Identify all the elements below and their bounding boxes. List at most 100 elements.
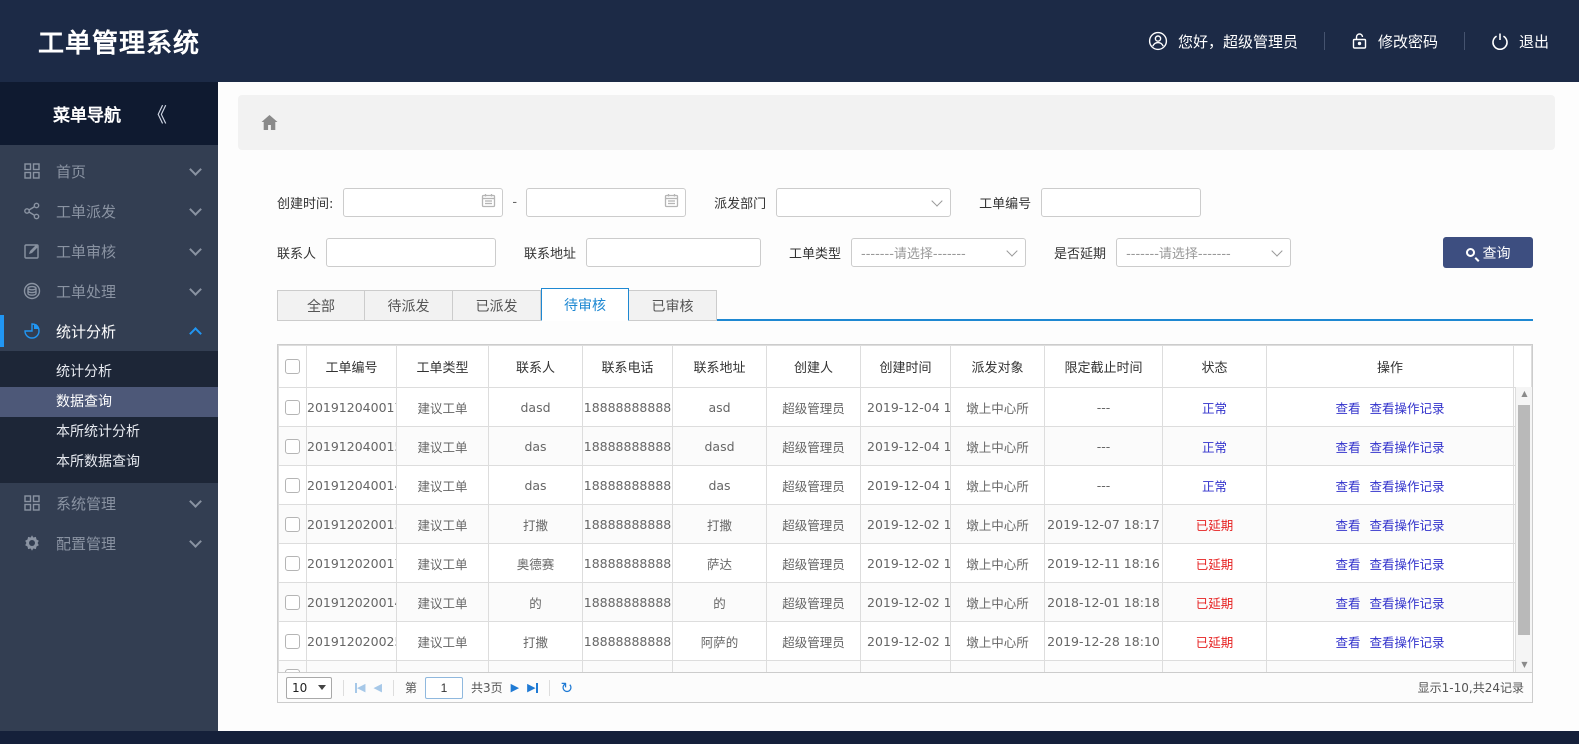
cell-address: asd	[672, 387, 767, 427]
filter-form: 创建时间: - 派发部门 工单编号 联系人 联系地址 工单类型 -------请…	[277, 188, 1533, 268]
page-size-select[interactable]: 10	[286, 676, 332, 699]
cell-creator: 超级管理员	[766, 621, 861, 661]
sidebar-subitem-统计分析[interactable]: 统计分析	[0, 357, 218, 387]
row-checkbox[interactable]	[285, 478, 300, 493]
scrollbar-thumb[interactable]	[1518, 405, 1530, 635]
search-button[interactable]: 查询	[1443, 237, 1533, 268]
select-all-checkbox[interactable]	[285, 359, 300, 374]
sidebar-item-首页[interactable]: 首页	[0, 151, 218, 191]
last-page-button[interactable]: ▶	[527, 681, 538, 694]
row-checkbox[interactable]	[285, 669, 300, 672]
cell-deadline: 2018-12-01 18:18	[1044, 582, 1163, 622]
scroll-down-icon[interactable]: ▼	[1516, 658, 1532, 672]
row-checkbox[interactable]	[285, 517, 300, 532]
cell-creator: 超级管理员	[766, 504, 861, 544]
edit-icon	[22, 242, 42, 260]
cell-address: das	[672, 465, 767, 505]
cell-phone: 18888888888	[582, 426, 673, 466]
calendar-icon[interactable]	[664, 193, 679, 212]
cell-created: 2019-12-02 17	[860, 621, 951, 661]
view-log-link[interactable]: 查看操作记录	[1370, 479, 1445, 494]
address-label: 联系地址	[524, 247, 577, 262]
row-checkbox[interactable]	[285, 556, 300, 571]
cell-actions: 查看 查看操作记录	[1266, 465, 1514, 505]
dispatch-dept-select[interactable]	[776, 188, 952, 217]
tab-已审核[interactable]: 已审核	[629, 290, 717, 321]
view-log-link[interactable]: 查看操作记录	[1370, 635, 1445, 650]
sidebar-subitem-本所数据查询[interactable]: 本所数据查询	[0, 447, 218, 477]
cell-contact: 打撒	[488, 504, 583, 544]
user-greeting[interactable]: 您好，超级管理员	[1148, 31, 1298, 52]
address-input[interactable]	[586, 238, 762, 267]
change-password-button[interactable]: 修改密码	[1351, 31, 1438, 52]
sidebar-item-配置管理[interactable]: 配置管理	[0, 523, 218, 563]
row-checkbox[interactable]	[285, 595, 300, 610]
view-log-link[interactable]: 查看操作记录	[1370, 557, 1445, 572]
status-badge: 已延期	[1195, 556, 1234, 572]
order-type-select[interactable]: -------请选择-------	[851, 238, 1027, 267]
table-body: 201912040017C建议工单dasd18888888888asd超级管理员…	[278, 387, 1532, 672]
tab-全部[interactable]: 全部	[277, 290, 365, 321]
cell-deadline: 2019-12-07 18:17	[1044, 504, 1163, 544]
delay-select[interactable]: -------请选择-------	[1116, 238, 1292, 267]
view-log-link[interactable]: 查看操作记录	[1370, 518, 1445, 533]
scroll-up-icon[interactable]: ▲	[1516, 387, 1532, 401]
search-icon	[1465, 248, 1475, 257]
create-time-start-input[interactable]	[343, 188, 504, 217]
contact-input[interactable]	[326, 238, 497, 267]
order-no-input[interactable]	[1041, 188, 1202, 217]
sidebar-item-工单处理[interactable]: 工单处理	[0, 271, 218, 311]
collapse-sidebar-icon[interactable]: 《	[147, 99, 167, 128]
view-log-link[interactable]: 查看操作记录	[1370, 401, 1445, 416]
table-scrollbar[interactable]: ▲ ▼	[1515, 387, 1532, 672]
view-link[interactable]: 查看	[1335, 557, 1360, 572]
cell-address: dasd	[672, 426, 767, 466]
logout-button[interactable]: 退出	[1491, 31, 1549, 52]
table-row: 201912020014C建议工单的18888888888的超级管理员2019-…	[278, 582, 1532, 622]
sidebar-subitem-本所统计分析[interactable]: 本所统计分析	[0, 417, 218, 447]
tab-待审核[interactable]: 待审核	[541, 288, 629, 321]
sidebar-item-工单派发[interactable]: 工单派发	[0, 191, 218, 231]
view-link[interactable]: 查看	[1335, 401, 1360, 416]
view-link[interactable]: 查看	[1335, 440, 1360, 455]
view-link[interactable]: 查看	[1335, 479, 1360, 494]
view-link[interactable]: 查看	[1335, 596, 1360, 611]
view-link[interactable]: 查看	[1335, 518, 1360, 533]
chevron-down-icon	[189, 162, 202, 176]
page-number-input[interactable]	[424, 676, 463, 699]
cell-deadline: 2019-12-11 18:16	[1044, 543, 1163, 583]
column-header: 派发对象	[950, 345, 1045, 388]
create-time-end-input[interactable]	[526, 188, 687, 217]
table-row: 201912020015C建议工单打撒18888888888打撒超级管理员201…	[278, 504, 1532, 544]
view-log-link[interactable]: 查看操作记录	[1370, 596, 1445, 611]
sidebar-subitem-数据查询[interactable]: 数据查询	[0, 387, 218, 417]
calendar-icon[interactable]	[481, 193, 496, 212]
chevron-down-icon	[189, 242, 202, 256]
order-no-label: 工单编号	[979, 197, 1032, 212]
refresh-icon[interactable]: ↻	[561, 679, 574, 697]
tab-已派发[interactable]: 已派发	[453, 290, 541, 321]
order-type-label: 工单类型	[789, 247, 842, 262]
row-checkbox[interactable]	[285, 439, 300, 454]
row-checkbox[interactable]	[285, 634, 300, 649]
view-log-link[interactable]: 查看操作记录	[1370, 440, 1445, 455]
create-time-label: 创建时间:	[277, 197, 334, 212]
tab-待派发[interactable]: 待派发	[365, 290, 453, 321]
cell-status: 已延期	[1162, 582, 1267, 622]
cell-creator: 超级管理员	[766, 582, 861, 622]
row-checkbox[interactable]	[285, 400, 300, 415]
next-page-button[interactable]: ▶	[511, 681, 519, 694]
sidebar-item-工单审核[interactable]: 工单审核	[0, 231, 218, 271]
sidebar-item-label: 统计分析	[56, 322, 117, 341]
table-row: 201912040015C建议工单das18888888888dasd超级管理员…	[278, 426, 1532, 466]
prev-page-button[interactable]: ◀	[373, 681, 381, 694]
sidebar-item-统计分析[interactable]: 统计分析	[0, 311, 218, 351]
status-badge: 正常	[1201, 400, 1227, 416]
first-page-button[interactable]: ◀	[355, 681, 365, 694]
home-icon[interactable]	[260, 114, 279, 132]
sidebar-item-系统管理[interactable]: 系统管理	[0, 483, 218, 523]
sidebar-item-label: 工单派发	[56, 202, 117, 221]
cell-phone: 18888888888	[582, 621, 673, 661]
cell-target: 墩上中心所	[950, 582, 1045, 622]
view-link[interactable]: 查看	[1335, 635, 1360, 650]
